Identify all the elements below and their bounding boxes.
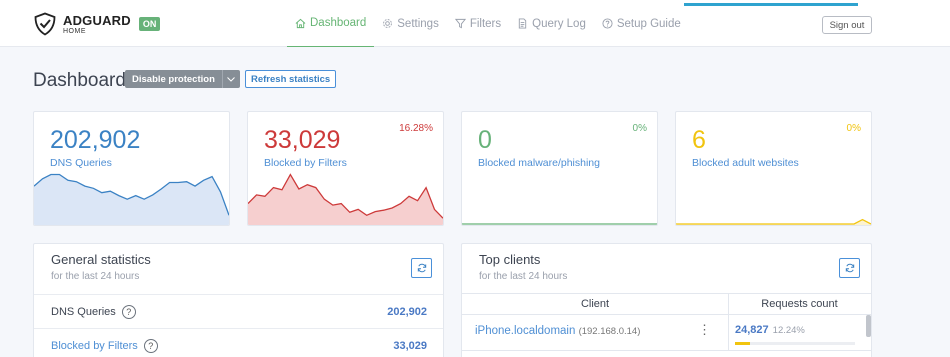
loading-progress-bar (684, 3, 858, 6)
nav-query-log-label: Query Log (532, 17, 586, 30)
filter-icon (454, 18, 466, 29)
top-navbar: ADGUARD HOME ON Dashboard Settings Filte… (0, 0, 950, 47)
chevron-down-icon[interactable] (221, 70, 240, 88)
request-percent: 12.24% (772, 325, 805, 336)
sparkline-chart (676, 218, 871, 225)
stat-row-value: 202,902 (387, 306, 427, 318)
stat-card-dns-queries: 202,902 DNS Queries (33, 111, 230, 226)
request-count: 24,827 (735, 324, 769, 336)
sparkline-line (676, 218, 871, 225)
sparkline-chart (34, 173, 229, 225)
card-subtitle: for the last 24 hours (479, 271, 568, 282)
gear-icon (383, 19, 393, 28)
table-header: Client Requests count (462, 293, 871, 316)
stat-row: Blocked by Filters? 33,029 (34, 328, 443, 357)
stat-row-label[interactable]: Blocked by Filters (51, 340, 138, 352)
brand-subtitle: HOME (63, 27, 86, 35)
general-statistics-card: General statistics for the last 24 hours… (33, 243, 444, 357)
stat-row-label-wrap: DNS Queries? (51, 305, 136, 319)
refresh-icon[interactable] (839, 258, 860, 278)
nav-dashboard-label: Dashboard (310, 17, 367, 29)
stat-card-blocked-filters: 33,029 Blocked by Filters 16.28% (247, 111, 444, 226)
refresh-statistics-button[interactable]: Refresh statistics (245, 70, 337, 88)
stat-value: 33,029 (264, 126, 341, 154)
table-row: iPhone.localdomain (192.168.0.14) ⋮ 24,8… (462, 315, 871, 351)
stat-percent: 0% (846, 123, 861, 134)
main-nav: Dashboard Settings Filters Query Log Set… (287, 0, 689, 47)
stat-percent: 16.28% (399, 123, 433, 134)
status-badge: ON (138, 17, 161, 31)
disable-protection-label: Disable protection (132, 73, 215, 85)
nav-setup-guide[interactable]: Setup Guide (594, 0, 689, 47)
client-ip: (192.168.0.14) (578, 326, 641, 337)
stat-label: Blocked malware/phishing (478, 157, 600, 169)
stat-value: 0 (478, 126, 492, 154)
home-icon (295, 18, 306, 28)
help-icon[interactable]: ? (143, 339, 158, 353)
column-header-client[interactable]: Client (462, 298, 728, 310)
nav-setup-guide-label: Setup Guide (616, 17, 681, 30)
request-progress-fill (735, 342, 750, 345)
stat-label: Blocked adult websites (692, 157, 799, 169)
sparkline-area (34, 174, 229, 225)
sign-out-button[interactable]: Sign out (822, 16, 872, 34)
stat-row: DNS Queries? 202,902 (34, 294, 443, 328)
stat-percent: 0% (632, 123, 647, 134)
client-name[interactable]: iPhone.localdomain (475, 325, 575, 337)
nav-settings-label: Settings (397, 17, 439, 30)
nav-filters-label: Filters (469, 17, 502, 30)
more-vertical-icon[interactable]: ⋮ (698, 322, 711, 338)
stat-row-label-wrap: Blocked by Filters? (51, 339, 158, 353)
help-icon[interactable]: ? (121, 305, 136, 319)
stat-row-label: DNS Queries (51, 306, 116, 318)
stat-row-value: 33,029 (393, 340, 427, 352)
stat-value: 202,902 (50, 126, 141, 154)
sparkline-chart (248, 173, 443, 225)
refresh-icon[interactable] (411, 258, 432, 278)
card-subtitle: for the last 24 hours (51, 271, 140, 282)
column-header-requests[interactable]: Requests count (728, 298, 871, 310)
top-clients-card: Top clients for the last 24 hours Client… (461, 243, 872, 357)
nav-settings[interactable]: Settings (374, 0, 447, 47)
request-progress-bar (735, 342, 855, 345)
disable-protection-button[interactable]: Disable protection (125, 70, 240, 88)
help-circle-icon (602, 18, 613, 29)
nav-filters[interactable]: Filters (447, 0, 509, 47)
stat-label: DNS Queries (50, 157, 112, 169)
stat-card-adult: 6 Blocked adult websites 0% (675, 111, 872, 226)
document-icon (518, 18, 527, 29)
stat-value: 6 (692, 126, 706, 154)
card-title: Top clients (479, 252, 541, 267)
scrollbar-thumb[interactable] (866, 315, 871, 337)
stat-card-malware: 0 Blocked malware/phishing 0% (461, 111, 658, 226)
client-name-wrap[interactable]: iPhone.localdomain (192.168.0.14) (475, 325, 640, 337)
card-title: General statistics (51, 252, 151, 267)
column-divider (728, 315, 729, 351)
page-title: Dashboard (33, 70, 126, 91)
stat-label: Blocked by Filters (264, 157, 347, 169)
sparkline-area (248, 174, 443, 225)
sparkline-chart (462, 223, 657, 225)
logo[interactable]: ADGUARD HOME ON (33, 12, 161, 36)
request-count-wrap: 24,827 12.24% (735, 324, 805, 336)
nav-query-log[interactable]: Query Log (509, 0, 594, 47)
brand-name: ADGUARD (63, 12, 131, 28)
shield-check-icon (34, 12, 56, 36)
nav-dashboard[interactable]: Dashboard (287, 0, 375, 47)
